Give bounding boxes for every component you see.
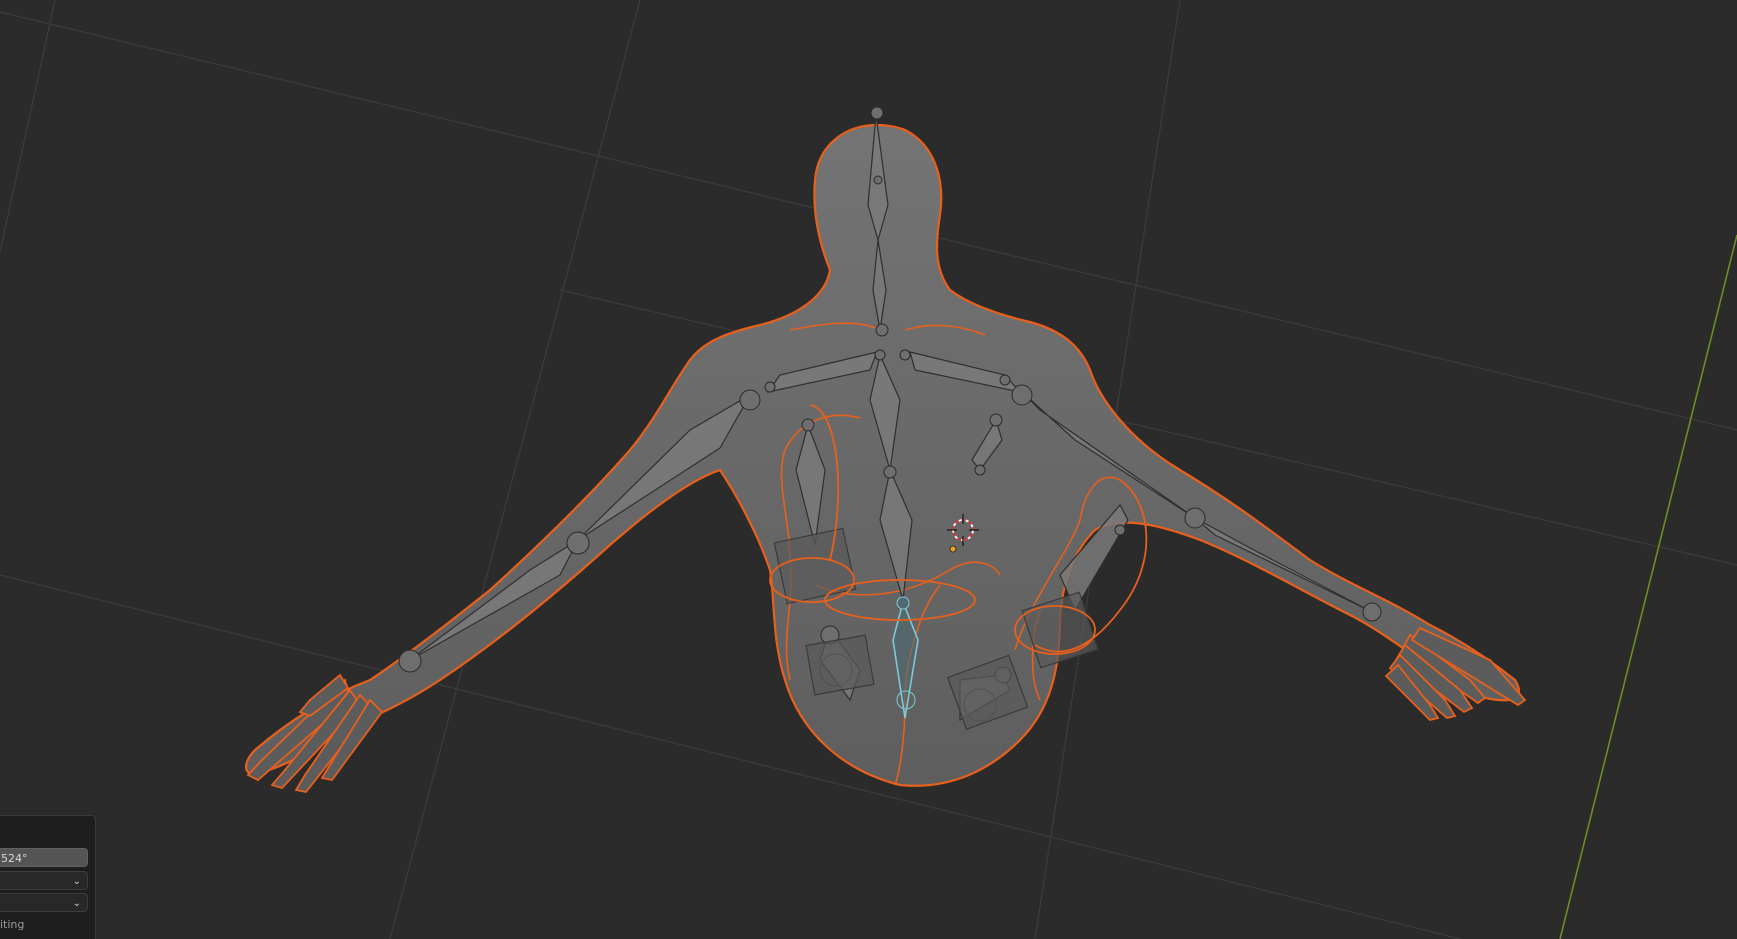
viewport-scene[interactable] <box>0 0 1737 939</box>
ik-control-foot-left[interactable] <box>805 634 875 696</box>
angle-field[interactable]: 524° <box>0 848 88 867</box>
orientation-dropdown[interactable]: ⌄ <box>0 871 88 890</box>
angle-value: 524° <box>1 852 28 865</box>
object-origin-dot <box>949 545 957 553</box>
y-axis-line <box>1559 234 1737 939</box>
character-mesh[interactable] <box>245 123 1527 793</box>
editing-label[interactable]: iting <box>0 916 24 934</box>
operator-panel[interactable]: 524° ⌄ ⌄ iting <box>0 815 96 939</box>
pivot-dropdown[interactable]: ⌄ <box>0 893 88 912</box>
3d-viewport[interactable]: 524° ⌄ ⌄ iting <box>0 0 1737 939</box>
chevron-down-icon: ⌄ <box>72 876 81 887</box>
chevron-down-icon: ⌄ <box>72 898 81 909</box>
bone-forearm-right[interactable] <box>1194 517 1373 613</box>
